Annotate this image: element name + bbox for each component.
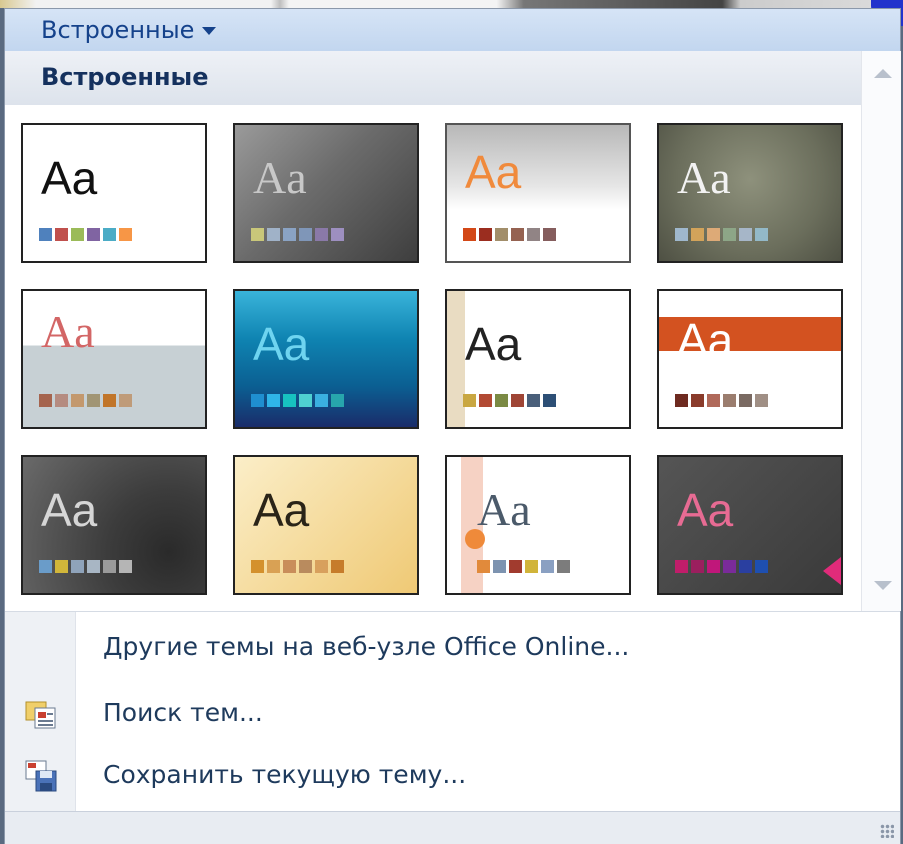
- theme-preview-text: Aa: [465, 318, 522, 370]
- color-swatches: [463, 394, 559, 407]
- resize-grip-icon[interactable]: [880, 824, 894, 838]
- gallery-menu: Другие темы на веб-узле Office Online...…: [5, 611, 900, 812]
- theme-thumbnail[interactable]: Aa: [233, 455, 419, 595]
- themes-gallery-panel: Встроенные Встроенные Aa Aa Aa Aa Aa Aa …: [4, 8, 901, 844]
- color-swatches: [675, 560, 771, 573]
- color-swatches: [251, 394, 347, 407]
- save-theme-icon: [23, 758, 59, 794]
- color-swatches: [477, 560, 573, 573]
- theme-thumbnail[interactable]: Aa: [21, 123, 207, 263]
- resize-footer: [5, 811, 900, 844]
- theme-thumbnail[interactable]: Aa: [21, 289, 207, 429]
- gallery-filter-label: Встроенные: [41, 16, 195, 44]
- color-swatches: [675, 228, 771, 241]
- open-folder-icon: [23, 696, 59, 732]
- theme-thumbnail[interactable]: Aa: [657, 455, 843, 595]
- decor-triangle: [823, 557, 841, 585]
- save-current-theme-label: Сохранить текущую тему...: [103, 760, 467, 789]
- theme-preview-text: Aa: [253, 318, 310, 370]
- theme-preview-text: Aa: [253, 484, 310, 536]
- scroll-up-icon[interactable]: [874, 69, 892, 78]
- theme-thumbnail[interactable]: Aa: [233, 123, 419, 263]
- color-swatches: [251, 228, 347, 241]
- theme-preview-text: Aa: [253, 152, 307, 203]
- theme-preview-text: Aa: [677, 484, 734, 536]
- color-swatches: [251, 560, 347, 573]
- ribbon-strip: [0, 0, 903, 8]
- theme-preview-text: Aa: [41, 152, 98, 204]
- gallery-scrollbar[interactable]: [861, 51, 901, 611]
- color-swatches: [675, 394, 771, 407]
- theme-preview-text: Aa: [677, 317, 734, 351]
- theme-thumbnail[interactable]: Aa: [657, 123, 843, 263]
- browse-themes-label: Поиск тем...: [103, 698, 263, 727]
- theme-thumbnail[interactable]: Aa: [445, 289, 631, 429]
- save-current-theme-item[interactable]: Сохранить текущую тему...: [75, 750, 775, 806]
- theme-thumbnail[interactable]: Aa: [21, 455, 207, 595]
- theme-thumbnail[interactable]: Aa: [445, 455, 631, 595]
- scroll-down-icon[interactable]: [874, 581, 892, 590]
- browse-themes-item[interactable]: Поиск тем...: [75, 688, 775, 744]
- gallery-filter-header[interactable]: Встроенные: [5, 9, 900, 52]
- theme-preview-text: Aa: [41, 484, 98, 536]
- themes-grid: Aa Aa Aa Aa Aa Aa Aa Aa Aa Aa Aa Aa: [5, 105, 861, 605]
- theme-thumbnail[interactable]: Aa: [657, 289, 843, 429]
- color-swatches: [39, 228, 135, 241]
- theme-preview-text: Aa: [465, 146, 522, 198]
- section-heading: Встроенные: [5, 51, 861, 106]
- theme-preview-text: Aa: [477, 484, 531, 535]
- theme-thumbnail[interactable]: Aa: [445, 123, 631, 263]
- more-themes-online-item[interactable]: Другие темы на веб-узле Office Online...: [75, 622, 775, 678]
- theme-thumbnail[interactable]: Aa: [233, 289, 419, 429]
- gallery-filter-dropdown[interactable]: Встроенные: [41, 16, 217, 44]
- color-swatches: [39, 560, 135, 573]
- theme-preview-text: Aa: [677, 152, 731, 203]
- color-swatches: [39, 394, 135, 407]
- more-themes-online-label: Другие темы на веб-узле Office Online...: [103, 632, 630, 661]
- section-heading-label: Встроенные: [41, 63, 209, 91]
- dropdown-caret-icon: [202, 27, 217, 35]
- color-swatches: [463, 228, 559, 241]
- theme-preview-text: Aa: [41, 306, 95, 357]
